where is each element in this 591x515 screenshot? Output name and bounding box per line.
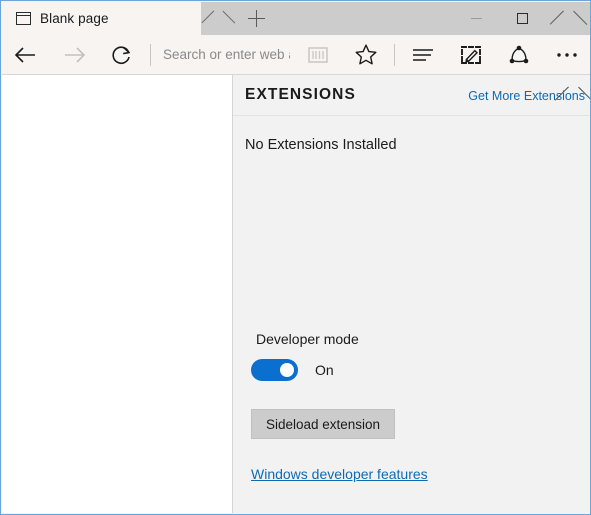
minimize-icon xyxy=(471,18,482,19)
close-tab-button[interactable] xyxy=(201,2,235,35)
developer-mode-toggle[interactable] xyxy=(251,359,298,381)
hub-button[interactable] xyxy=(399,35,447,74)
forward-button xyxy=(50,35,98,74)
refresh-arrow-icon xyxy=(110,43,134,67)
page-icon xyxy=(16,12,31,25)
back-arrow-icon xyxy=(13,44,39,66)
web-note-button[interactable] xyxy=(447,35,495,74)
tab-strip: Blank page xyxy=(2,2,591,35)
empty-state-message: No Extensions Installed xyxy=(245,137,397,153)
back-button[interactable] xyxy=(2,35,50,74)
web-note-icon xyxy=(459,44,483,66)
windows-developer-features-link[interactable]: Windows developer features xyxy=(251,466,428,482)
search-input[interactable] xyxy=(155,40,294,70)
refresh-button[interactable] xyxy=(98,35,146,74)
toggle-knob xyxy=(280,363,294,377)
share-button[interactable] xyxy=(495,35,543,74)
close-icon xyxy=(561,12,575,26)
maximize-icon xyxy=(517,13,528,24)
star-icon xyxy=(354,43,378,66)
extensions-panel: EXTENSIONS Get More Extensions No Extens… xyxy=(233,75,591,513)
new-tab-button[interactable] xyxy=(235,2,277,35)
close-window-button[interactable] xyxy=(545,2,591,35)
page-title: EXTENSIONS xyxy=(245,86,356,104)
toolbar-right-actions xyxy=(294,35,591,74)
content-area: EXTENSIONS Get More Extensions No Extens… xyxy=(2,75,591,513)
browser-toolbar xyxy=(2,35,591,75)
tab-strip-spacer xyxy=(277,2,453,35)
share-icon xyxy=(507,44,531,66)
address-bar[interactable] xyxy=(155,35,294,74)
browser-window: Blank page xyxy=(0,0,591,515)
window-controls xyxy=(453,2,591,35)
tab-blank-page[interactable]: Blank page xyxy=(2,2,201,35)
reading-view-icon xyxy=(306,45,330,65)
developer-mode-toggle-row: On xyxy=(251,359,334,381)
close-icon xyxy=(212,12,225,25)
forward-arrow-icon xyxy=(61,44,87,66)
favorites-button[interactable] xyxy=(342,35,390,74)
minimize-button[interactable] xyxy=(453,2,499,35)
more-icon xyxy=(555,51,579,59)
sideload-extension-button[interactable]: Sideload extension xyxy=(251,409,395,439)
toolbar-divider xyxy=(150,44,151,66)
close-panel-button[interactable] xyxy=(563,85,583,105)
developer-mode-state: On xyxy=(315,362,334,378)
maximize-button[interactable] xyxy=(499,2,545,35)
page-viewport xyxy=(2,75,233,513)
extensions-panel-header: EXTENSIONS Get More Extensions xyxy=(233,75,591,116)
developer-mode-label: Developer mode xyxy=(256,331,359,347)
close-icon xyxy=(566,88,580,102)
more-button[interactable] xyxy=(543,35,591,74)
tab-title: Blank page xyxy=(40,11,201,26)
hub-icon xyxy=(410,45,436,65)
toolbar-divider-2 xyxy=(394,44,395,66)
plus-icon xyxy=(248,10,265,27)
reading-view-button xyxy=(294,35,342,74)
